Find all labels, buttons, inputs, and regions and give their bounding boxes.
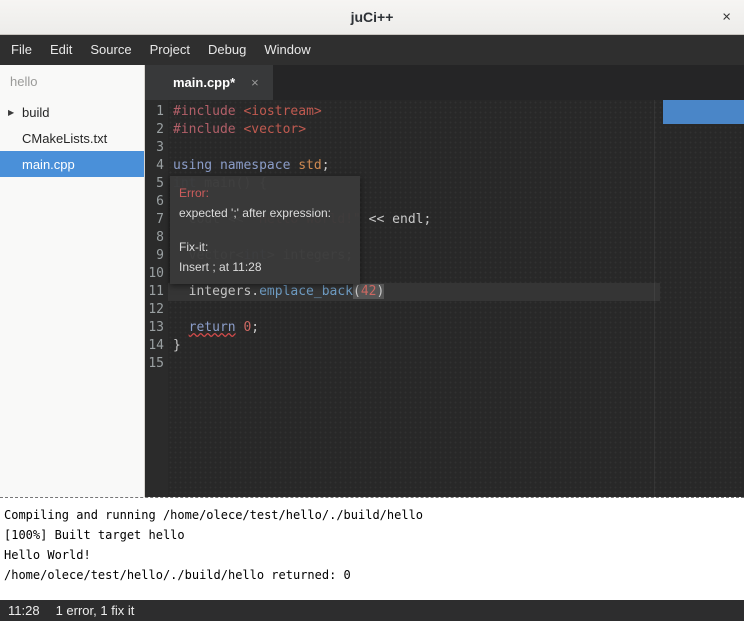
code-line-4[interactable]: using namespace std; (168, 157, 744, 175)
line-number: 3 (145, 139, 164, 157)
line-number: 9 (145, 247, 164, 265)
code-segment: ( (353, 284, 361, 299)
code-line-13[interactable]: return 0; (168, 319, 744, 337)
title-bar: juCi++ × (0, 0, 744, 35)
error-summary: 1 error, 1 fix it (56, 603, 135, 618)
tab-label: main.cpp* (173, 75, 235, 90)
cursor-position: 11:28 (8, 603, 40, 618)
expander-icon[interactable]: ▶ (8, 108, 14, 117)
code-line-14[interactable]: } (168, 337, 744, 355)
tooltip-error-label: Error: (179, 183, 351, 203)
line-number: 6 (145, 193, 164, 211)
code-line-1[interactable]: #include <iostream> (168, 103, 744, 121)
right-margin-line (654, 100, 655, 497)
tab-close-icon[interactable]: × (251, 75, 259, 90)
line-number: 15 (145, 355, 164, 373)
tooltip-error-text: expected ';' after expression: (179, 203, 351, 223)
line-number: 5 (145, 175, 164, 193)
terminal-line: /home/olece/test/hello/./build/hello ret… (4, 565, 740, 585)
terminal-line: [100%] Built target hello (4, 525, 740, 545)
code-segment: ) (377, 284, 385, 299)
line-number: 8 (145, 229, 164, 247)
line-number: 11 (145, 283, 164, 301)
menu-item-source[interactable]: Source (81, 35, 140, 65)
terminal-line: Compiling and running /home/olece/test/h… (4, 505, 740, 525)
tree-item-cmakelists.txt[interactable]: CMakeLists.txt (0, 125, 144, 151)
line-number: 2 (145, 121, 164, 139)
project-name: hello (0, 65, 144, 99)
tab-bar: main.cpp* × (145, 65, 744, 100)
diagnostic-tooltip: Error: expected ';' after expression: Fi… (170, 176, 360, 284)
tooltip-fixit-text: Insert ; at 11:28 (179, 257, 351, 277)
line-number: 10 (145, 265, 164, 283)
code-segment: #include (173, 122, 243, 137)
window-title: juCi++ (351, 9, 394, 25)
tree-item-label: main.cpp (22, 157, 75, 172)
line-number: 13 (145, 319, 164, 337)
status-bar: 11:28 1 error, 1 fix it (0, 600, 744, 621)
tree-item-label: CMakeLists.txt (22, 131, 107, 146)
tooltip-spacer (179, 223, 351, 237)
tooltip-fixit-label: Fix-it: (179, 237, 351, 257)
line-number: 14 (145, 337, 164, 355)
sidebar: hello ▶ build CMakeLists.txt main.cpp (0, 65, 145, 497)
main-content: hello ▶ build CMakeLists.txt main.cpp main.… (0, 65, 744, 497)
scroll-overview-indicator[interactable] (663, 100, 744, 124)
code-line-2[interactable]: #include <vector> (168, 121, 744, 139)
line-numbers: 123456789101112131415 (145, 100, 168, 497)
close-icon[interactable]: × (722, 9, 731, 26)
editor[interactable]: 123456789101112131415 #include <iostream… (145, 100, 744, 497)
line-number: 7 (145, 211, 164, 229)
terminal-output[interactable]: Compiling and running /home/olece/test/h… (0, 497, 744, 600)
code-segment (173, 320, 189, 335)
code-segment: 42 (361, 284, 377, 299)
code-segment: ; (251, 320, 259, 335)
code-line-11[interactable]: integers.emplace_back(42) (168, 283, 660, 301)
tree-item-build[interactable]: ▶ build (0, 99, 144, 125)
code-line-12[interactable] (168, 301, 744, 319)
menu-item-project[interactable]: Project (141, 35, 199, 65)
code-area[interactable]: #include <iostream>#include <vector>usin… (168, 100, 744, 497)
menu-item-debug[interactable]: Debug (199, 35, 255, 65)
app-window: juCi++ × FileEditSourceProjectDebugWindo… (0, 0, 744, 621)
code-segment: << endl; (361, 212, 431, 227)
code-segment: ; (322, 158, 330, 173)
code-segment: <vector> (243, 122, 306, 137)
code-segment: return (189, 320, 236, 335)
code-segment: <iostream> (243, 104, 321, 119)
tree-item-main.cpp[interactable]: main.cpp (0, 151, 144, 177)
line-number: 12 (145, 301, 164, 319)
code-line-15[interactable] (168, 355, 744, 373)
code-segment: #include (173, 104, 243, 119)
code-line-3[interactable] (168, 139, 744, 157)
menu-item-window[interactable]: Window (255, 35, 319, 65)
menu-item-edit[interactable]: Edit (41, 35, 81, 65)
editor-pane: main.cpp*× 123456789101112131415 #includ… (145, 65, 744, 497)
code-segment: using namespace (173, 158, 290, 173)
code-segment: } (173, 338, 181, 353)
code-segment: std (298, 158, 321, 173)
code-segment: integers. (173, 284, 259, 299)
code-segment: emplace_back (259, 284, 353, 299)
tab-main.cpp[interactable]: main.cpp* × (145, 65, 273, 100)
tree-item-label: build (22, 105, 49, 120)
terminal-line: Hello World! (4, 545, 740, 565)
menu-bar: FileEditSourceProjectDebugWindow (0, 35, 744, 65)
file-tree: ▶ build CMakeLists.txt main.cpp (0, 99, 144, 177)
line-number: 1 (145, 103, 164, 121)
menu-item-file[interactable]: File (2, 35, 41, 65)
line-number: 4 (145, 157, 164, 175)
